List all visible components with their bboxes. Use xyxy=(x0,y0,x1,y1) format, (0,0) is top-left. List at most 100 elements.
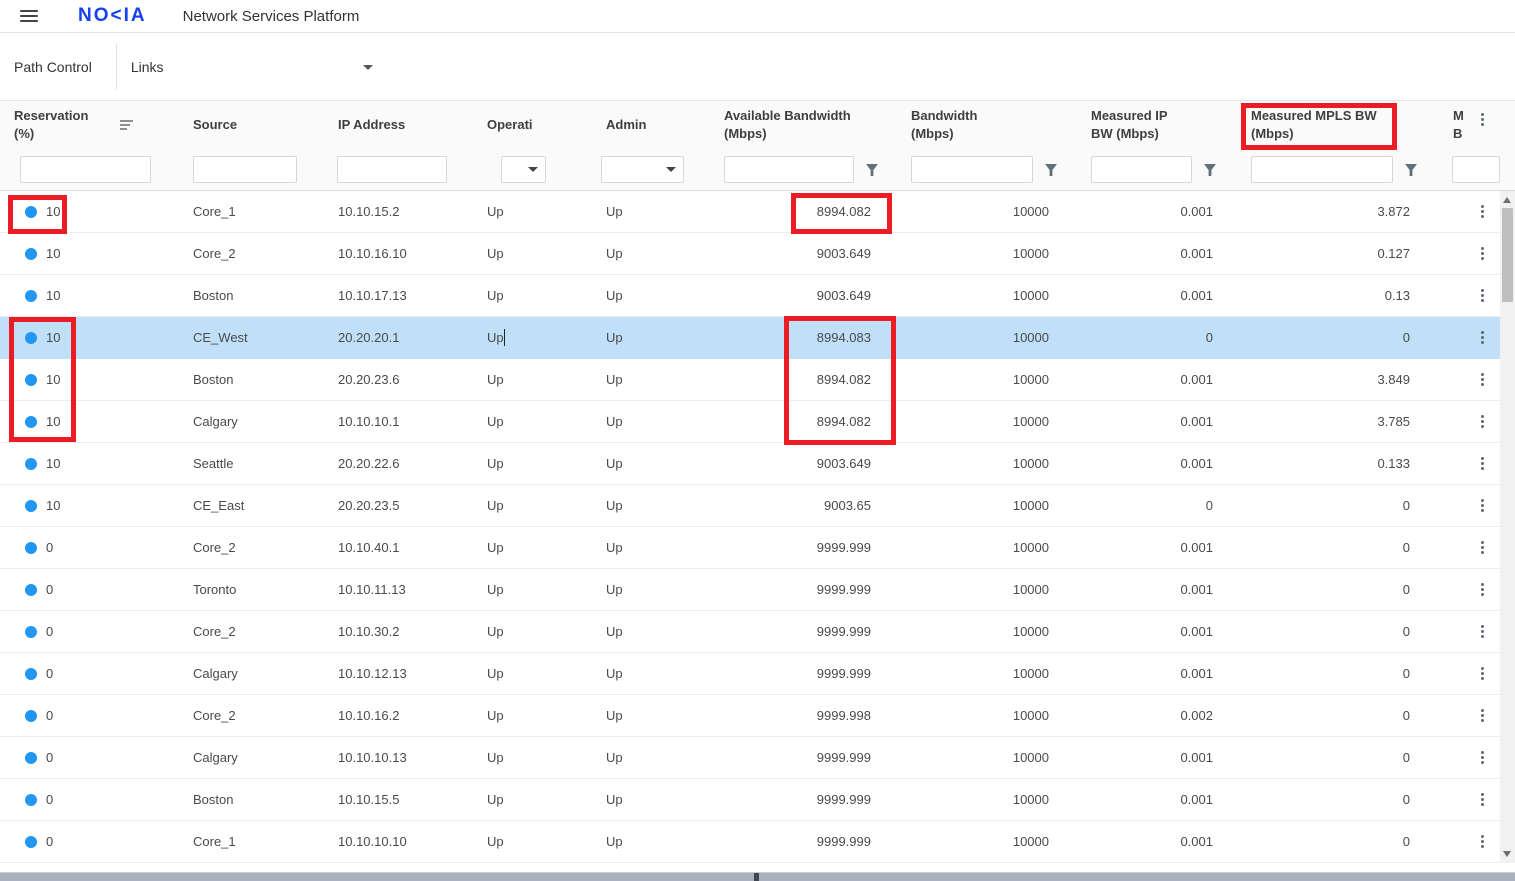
row-actions[interactable] xyxy=(1465,611,1500,652)
horizontal-scrollbar[interactable] xyxy=(0,872,1515,881)
row-menu-icon[interactable] xyxy=(1481,793,1484,806)
row-menu-icon[interactable] xyxy=(1481,499,1484,512)
view-selector-value: Links xyxy=(131,59,164,75)
table-row[interactable]: 0 Core_2 10.10.40.1 Up Up 9999.999 10000… xyxy=(0,527,1500,569)
column-header-measured-mpls-bw[interactable]: Measured MPLS BW (Mbps) xyxy=(1235,101,1437,149)
row-menu-icon[interactable] xyxy=(1481,457,1484,470)
cell-ip-address: 10.10.30.2 xyxy=(330,611,480,652)
table-row[interactable]: 10 Boston 10.10.17.13 Up Up 9003.649 100… xyxy=(0,275,1500,317)
cell-operational-state: Up xyxy=(480,653,595,694)
cell-admin-state: Up xyxy=(595,401,710,442)
cell-source: Core_2 xyxy=(178,233,330,274)
row-menu-icon[interactable] xyxy=(1481,331,1484,344)
filter-input-reservation[interactable] xyxy=(20,156,151,183)
row-actions[interactable] xyxy=(1465,191,1500,232)
view-selector-dropdown[interactable]: Links xyxy=(131,59,373,75)
cell-measured-ip-bw: 0.001 xyxy=(1073,527,1235,568)
cell-admin-state: Up xyxy=(595,779,710,820)
row-menu-icon[interactable] xyxy=(1481,541,1484,554)
column-header-bandwidth[interactable]: Bandwidth (Mbps) xyxy=(895,101,1073,149)
table-row[interactable]: 0 Calgary 10.10.12.13 Up Up 9999.999 100… xyxy=(0,653,1500,695)
table-row[interactable]: 10 Core_2 10.10.16.10 Up Up 9003.649 100… xyxy=(0,233,1500,275)
row-menu-icon[interactable] xyxy=(1481,289,1484,302)
row-actions[interactable] xyxy=(1465,737,1500,778)
filter-funnel-icon[interactable] xyxy=(1203,163,1217,177)
column-header-admin[interactable]: Admin xyxy=(595,101,710,149)
cell-source: Core_1 xyxy=(178,191,330,232)
row-actions[interactable] xyxy=(1465,485,1500,526)
vertical-scrollbar[interactable] xyxy=(1500,191,1515,863)
row-menu-icon[interactable] xyxy=(1481,709,1484,722)
cell-reservation: 10 xyxy=(0,485,178,526)
scroll-up-icon[interactable] xyxy=(1503,197,1511,203)
column-menu-icon[interactable] xyxy=(1481,113,1484,126)
column-header-measured-ip-bw[interactable]: Measured IP BW (Mbps) xyxy=(1073,101,1235,149)
filter-select-admin[interactable] xyxy=(601,156,684,183)
filter-input-bandwidth[interactable] xyxy=(911,156,1033,183)
filter-input-measured-mpls-bw[interactable] xyxy=(1251,156,1393,183)
column-header-operational[interactable]: Operati xyxy=(480,101,595,149)
row-actions[interactable] xyxy=(1465,275,1500,316)
filter-funnel-icon[interactable] xyxy=(865,163,879,177)
table-row[interactable]: 0 Core_2 10.10.16.2 Up Up 9999.998 10000… xyxy=(0,695,1500,737)
table-row[interactable]: 10 CE_East 20.20.23.5 Up Up 9003.65 1000… xyxy=(0,485,1500,527)
cell-available-bandwidth: 9999.999 xyxy=(710,779,895,820)
menu-icon[interactable] xyxy=(20,10,38,22)
filter-funnel-icon[interactable] xyxy=(1044,163,1058,177)
column-header-available-bandwidth[interactable]: Available Bandwidth (Mbps) xyxy=(710,101,895,149)
row-menu-icon[interactable] xyxy=(1481,625,1484,638)
cell-admin-state: Up xyxy=(595,527,710,568)
table-row[interactable]: 0 Core_1 10.10.10.10 Up Up 9999.999 1000… xyxy=(0,821,1500,863)
row-actions[interactable] xyxy=(1465,527,1500,568)
cell-reservation: 0 xyxy=(0,695,178,736)
cell-admin-state: Up xyxy=(595,653,710,694)
column-header-reservation[interactable]: Reservation (%) xyxy=(0,101,178,149)
row-menu-icon[interactable] xyxy=(1481,373,1484,386)
row-menu-icon[interactable] xyxy=(1481,667,1484,680)
filter-input-available-bandwidth[interactable] xyxy=(724,156,854,183)
table-row[interactable]: 0 Calgary 10.10.10.13 Up Up 9999.999 100… xyxy=(0,737,1500,779)
row-menu-icon[interactable] xyxy=(1481,247,1484,260)
row-actions[interactable] xyxy=(1465,569,1500,610)
filter-select-operational[interactable] xyxy=(501,156,546,183)
filter-input-measured-ip-bw[interactable] xyxy=(1091,156,1192,183)
table-row[interactable]: 10 Seattle 20.20.22.6 Up Up 9003.649 100… xyxy=(0,443,1500,485)
column-header-source[interactable]: Source xyxy=(178,101,330,149)
table-row[interactable]: 10 Calgary 10.10.10.1 Up Up 8994.082 100… xyxy=(0,401,1500,443)
vertical-scrollbar-thumb[interactable] xyxy=(1502,208,1513,302)
table-row[interactable]: 0 Core_2 10.10.30.2 Up Up 9999.999 10000… xyxy=(0,611,1500,653)
horizontal-scrollbar-handle[interactable] xyxy=(754,873,759,881)
table-row[interactable]: 10 Core_1 10.10.15.2 Up Up 8994.082 1000… xyxy=(0,191,1500,233)
row-actions[interactable] xyxy=(1465,653,1500,694)
row-actions[interactable] xyxy=(1465,401,1500,442)
row-actions[interactable] xyxy=(1465,821,1500,862)
row-menu-icon[interactable] xyxy=(1481,751,1484,764)
row-menu-icon[interactable] xyxy=(1481,583,1484,596)
row-actions[interactable] xyxy=(1465,443,1500,484)
filter-input-partial[interactable] xyxy=(1452,156,1500,183)
row-menu-icon[interactable] xyxy=(1481,835,1484,848)
cell-ip-address: 20.20.23.5 xyxy=(330,485,480,526)
row-actions[interactable] xyxy=(1465,695,1500,736)
column-header-partial[interactable]: M B xyxy=(1437,101,1465,149)
row-actions[interactable] xyxy=(1465,359,1500,400)
table-row[interactable]: 10 Boston 20.20.23.6 Up Up 8994.082 1000… xyxy=(0,359,1500,401)
row-menu-icon[interactable] xyxy=(1481,205,1484,218)
cell-available-bandwidth: 9999.999 xyxy=(710,737,895,778)
table-row[interactable]: 0 Toronto 10.10.11.13 Up Up 9999.999 100… xyxy=(0,569,1500,611)
table-row[interactable]: 10 CE_West 20.20.20.1 Up Up 8994.083 100… xyxy=(0,317,1500,359)
filter-funnel-icon[interactable] xyxy=(1404,163,1418,177)
row-actions[interactable] xyxy=(1465,233,1500,274)
row-actions[interactable] xyxy=(1465,779,1500,820)
cell-spacer xyxy=(1437,233,1465,274)
column-header-ip-address[interactable]: IP Address xyxy=(330,101,480,149)
filter-input-source[interactable] xyxy=(193,156,297,183)
row-actions[interactable] xyxy=(1465,317,1500,358)
table-row[interactable]: 0 Boston 10.10.15.5 Up Up 9999.999 10000… xyxy=(0,779,1500,821)
filter-input-ip-address[interactable] xyxy=(337,156,447,183)
row-menu-icon[interactable] xyxy=(1481,415,1484,428)
scroll-down-icon[interactable] xyxy=(1503,851,1511,857)
column-settings-menu[interactable] xyxy=(1465,101,1500,149)
sort-descending-icon[interactable] xyxy=(120,120,133,130)
breadcrumb-path-control[interactable]: Path Control xyxy=(14,59,92,75)
